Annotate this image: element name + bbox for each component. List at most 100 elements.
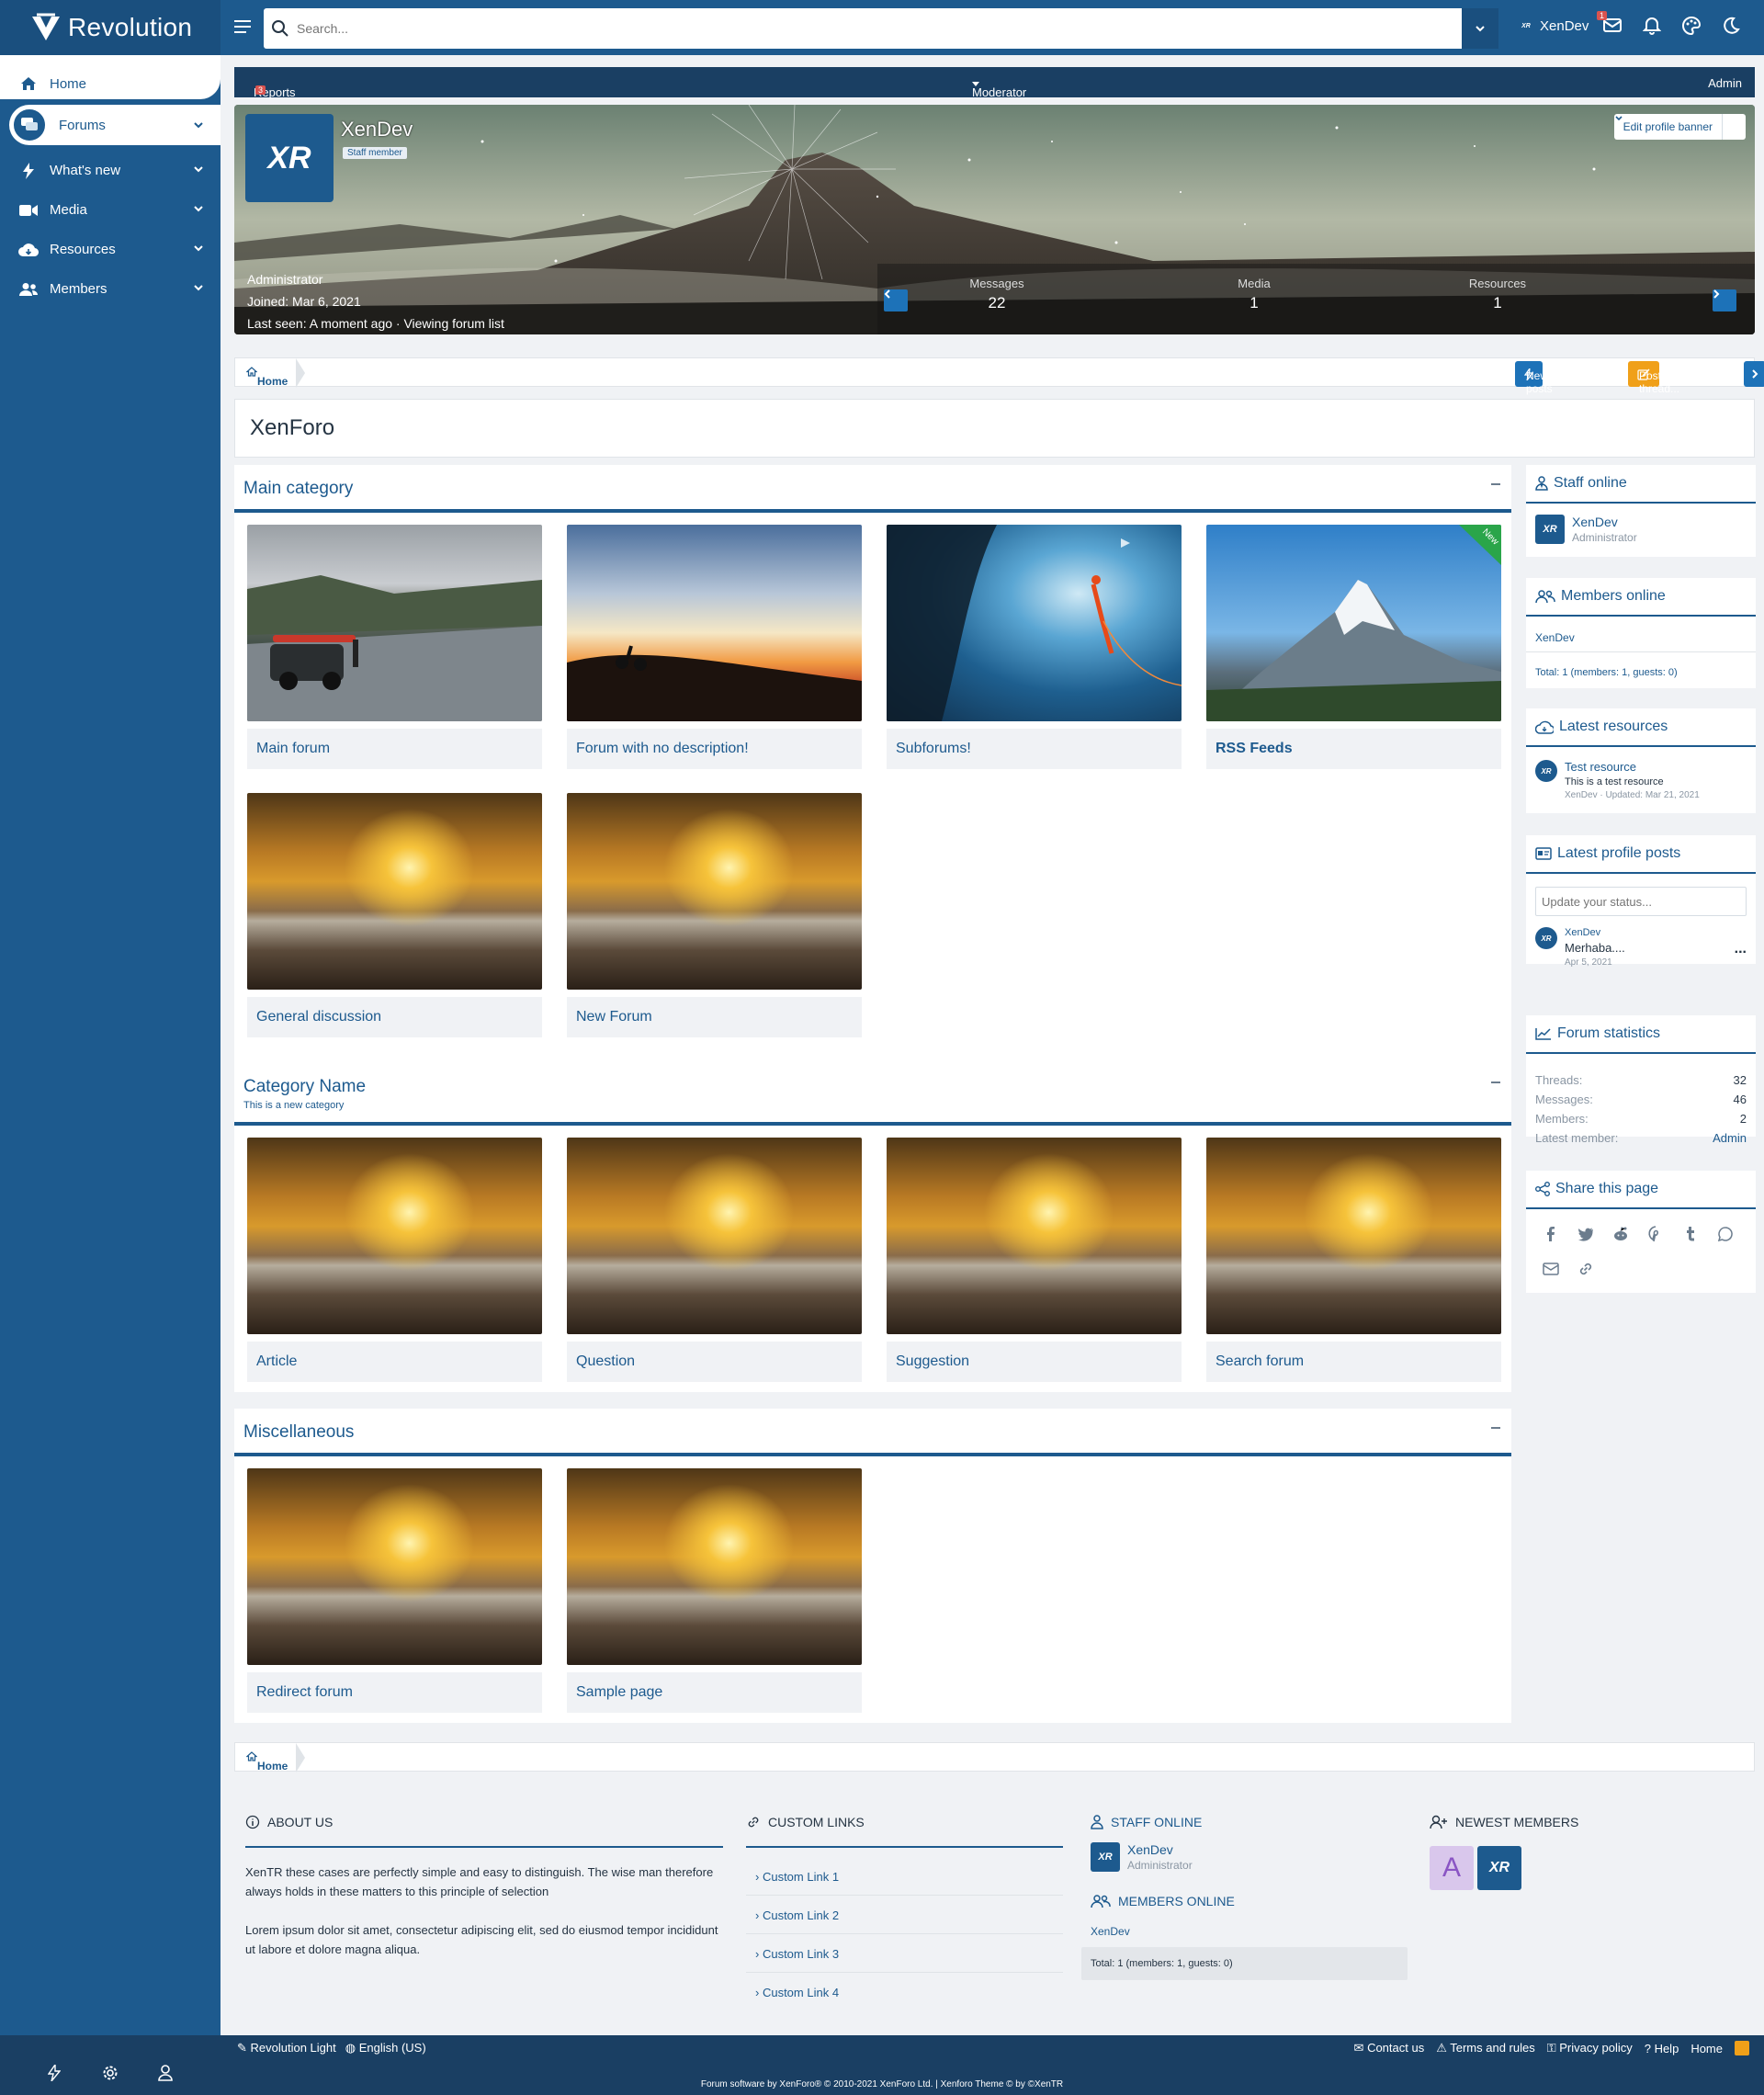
stat-media[interactable]: Media 1: [1217, 277, 1291, 312]
contact-link[interactable]: ✉ Contact us: [1354, 2041, 1425, 2055]
whatsapp-icon[interactable]: [1717, 1226, 1734, 1242]
widget-title: Latest resources: [1559, 719, 1668, 734]
node-title[interactable]: Suggestion: [887, 1342, 1182, 1382]
node-title[interactable]: New Forum: [567, 997, 862, 1037]
email-icon[interactable]: [1543, 1261, 1559, 1277]
terms-link[interactable]: ⚠ Terms and rules: [1436, 2041, 1535, 2055]
staff-member[interactable]: XR XenDev Administrator: [1081, 1842, 1408, 1872]
sidebar-item-forums[interactable]: Forums: [9, 105, 220, 145]
node-search-forum[interactable]: Search forum: [1206, 1138, 1501, 1382]
rss-icon[interactable]: [1735, 2041, 1749, 2055]
node-title[interactable]: Forum with no description!: [567, 729, 862, 769]
node-title[interactable]: Redirect forum: [247, 1672, 542, 1713]
category-title[interactable]: Main category: [243, 479, 1502, 499]
status-input[interactable]: [1535, 887, 1747, 916]
moon-icon[interactable]: [1722, 17, 1740, 35]
node-redirect-forum[interactable]: Redirect forum: [247, 1468, 542, 1713]
reddit-icon[interactable]: [1612, 1226, 1629, 1242]
stat-resources[interactable]: Resources 1: [1452, 277, 1544, 312]
breadcrumb-home[interactable]: Home: [245, 367, 288, 388]
sidebar-item-whats-new[interactable]: What's new: [0, 151, 220, 190]
online-member[interactable]: XenDev: [1081, 1925, 1408, 1938]
profile-name[interactable]: XenDev: [341, 118, 413, 142]
stats-next-button[interactable]: [1713, 289, 1736, 311]
node-title[interactable]: Main forum: [247, 729, 542, 769]
node-new-forum[interactable]: New Forum: [567, 793, 862, 1037]
node-general-discussion[interactable]: General discussion: [247, 793, 542, 1037]
logo[interactable]: Revolution: [0, 0, 220, 55]
pinterest-icon[interactable]: [1647, 1226, 1664, 1242]
privacy-link[interactable]: ⚿ Privacy policy: [1547, 2041, 1633, 2055]
member-name[interactable]: XenDev: [1127, 1842, 1193, 1857]
menu-icon[interactable]: [233, 18, 252, 35]
sidebar-item-home[interactable]: Home: [0, 55, 220, 99]
profile-post[interactable]: XR XenDev Merhaba.... Apr 5, 2021: [1535, 927, 1625, 968]
collapse-icon[interactable]: [1491, 483, 1500, 485]
search-options-button[interactable]: [1462, 8, 1498, 49]
collapse-icon[interactable]: [1491, 1427, 1500, 1429]
moderator-menu[interactable]: Moderator: [972, 76, 1026, 99]
post-thread-button[interactable]: Post thread...: [1628, 361, 1679, 395]
custom-link[interactable]: › Custom Link 2: [746, 1896, 1063, 1934]
category-title[interactable]: Category Name: [243, 1077, 1502, 1097]
node-title[interactable]: Article: [247, 1342, 542, 1382]
language-chooser[interactable]: ◍ English (US): [345, 2041, 426, 2055]
category-title[interactable]: Miscellaneous: [243, 1422, 1502, 1443]
edit-banner-button[interactable]: Edit profile banner: [1613, 114, 1746, 140]
twitter-icon[interactable]: [1577, 1226, 1594, 1242]
palette-icon[interactable]: [1682, 17, 1701, 35]
collapse-icon[interactable]: [1491, 1081, 1500, 1083]
stats-prev-button[interactable]: [884, 289, 908, 311]
help-link[interactable]: ? Help: [1645, 2042, 1679, 2055]
node-rss-feeds[interactable]: New RSS Feeds: [1206, 525, 1501, 769]
sidebar-item-resources[interactable]: Resources: [0, 230, 220, 269]
admin-link[interactable]: Admin: [1708, 76, 1742, 90]
node-question[interactable]: Question: [567, 1138, 862, 1382]
new-posts-button[interactable]: New posts: [1515, 361, 1553, 395]
online-member[interactable]: XenDev: [1535, 631, 1575, 644]
node-title[interactable]: Search forum: [1206, 1342, 1501, 1382]
style-chooser[interactable]: ✎ Revolution Light: [237, 2041, 336, 2055]
facebook-icon[interactable]: [1543, 1226, 1559, 1242]
breadcrumb-home[interactable]: Home: [245, 1751, 288, 1772]
home-link[interactable]: Home: [1690, 2042, 1723, 2055]
account-menu[interactable]: XR XenDev: [1518, 18, 1589, 34]
member-avatar[interactable]: A: [1430, 1846, 1474, 1890]
node-forum-no-desc[interactable]: Forum with no description!: [567, 525, 862, 769]
resource-title[interactable]: Test resource: [1565, 760, 1700, 774]
resource-item[interactable]: XR Test resource This is a test resource X…: [1535, 760, 1700, 800]
help-label: Help: [1654, 2041, 1679, 2055]
account-name: XenDev: [1540, 18, 1589, 34]
post-more-menu[interactable]: ...: [1735, 941, 1747, 957]
more-actions-button[interactable]: [1744, 361, 1764, 387]
node-title[interactable]: Sample page: [567, 1672, 862, 1713]
node-title[interactable]: Subforums!: [887, 729, 1182, 769]
stat-messages[interactable]: Messages 22: [960, 277, 1034, 312]
sidebar-item-media[interactable]: Media: [0, 190, 220, 230]
stat-row: Members: 2: [1535, 1109, 1747, 1128]
sidebar-item-members[interactable]: Members: [0, 269, 220, 309]
custom-link[interactable]: › Custom Link 4: [746, 1973, 1063, 2011]
conversations-button[interactable]: 1: [1597, 11, 1622, 38]
latest-member-link[interactable]: Admin: [1713, 1128, 1747, 1148]
custom-link[interactable]: › Custom Link 3: [746, 1934, 1063, 1973]
profile-avatar[interactable]: XR: [245, 114, 334, 202]
member-avatar[interactable]: XR: [1477, 1846, 1521, 1890]
node-sample-page[interactable]: Sample page: [567, 1468, 862, 1713]
node-article[interactable]: Article: [247, 1138, 542, 1382]
node-title[interactable]: Question: [567, 1342, 862, 1382]
link-icon[interactable]: [1577, 1261, 1594, 1277]
node-suggestion[interactable]: Suggestion: [887, 1138, 1182, 1382]
edit-banner-dropdown[interactable]: [1615, 114, 1746, 140]
custom-link[interactable]: › Custom Link 1: [746, 1857, 1063, 1896]
tumblr-icon[interactable]: [1682, 1226, 1699, 1242]
search-input[interactable]: [297, 21, 1399, 36]
staff-member[interactable]: XR XenDev Administrator: [1535, 515, 1637, 544]
member-name[interactable]: XenDev: [1572, 515, 1637, 529]
post-author[interactable]: XenDev: [1565, 927, 1625, 938]
node-main-forum[interactable]: Main forum: [247, 525, 542, 769]
node-title[interactable]: General discussion: [247, 997, 542, 1037]
node-subforums[interactable]: Subforums!: [887, 525, 1182, 769]
node-title[interactable]: RSS Feeds: [1206, 729, 1501, 769]
bell-icon[interactable]: [1643, 17, 1661, 35]
